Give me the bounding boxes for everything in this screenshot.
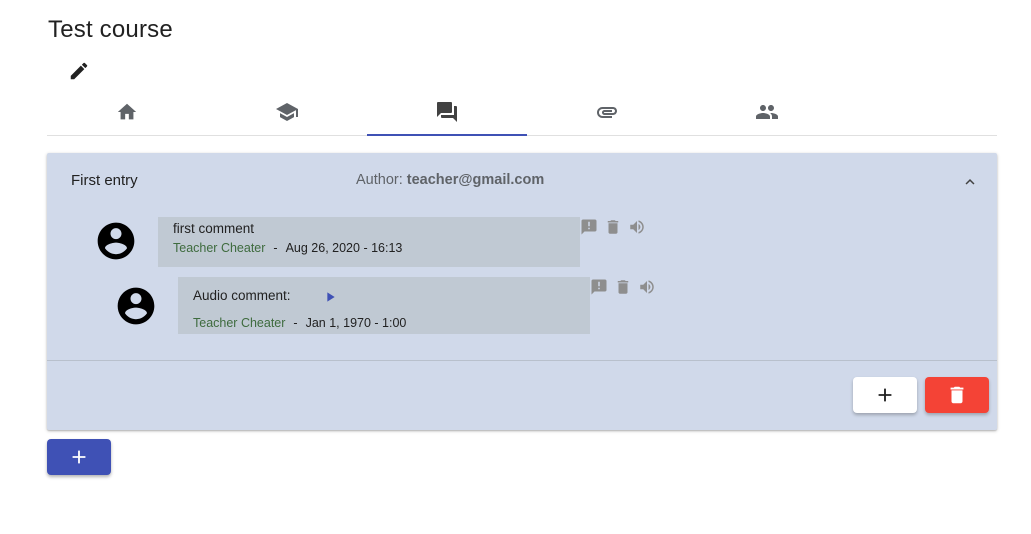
- play-icon[interactable]: [322, 289, 338, 305]
- entry-author: Author: teacher@gmail.com: [356, 172, 544, 188]
- entry-title: First entry: [71, 172, 138, 189]
- comment-actions: [589, 277, 657, 297]
- delete-comment-button[interactable]: [613, 277, 633, 297]
- comment-text: Audio comment:: [193, 288, 291, 303]
- meta-separator: -: [293, 316, 298, 330]
- volume-icon: [630, 220, 644, 234]
- delete-icon: [607, 220, 619, 234]
- comment-text: first comment: [173, 221, 255, 236]
- tab-forum[interactable]: [367, 88, 527, 136]
- forum-icon: [437, 101, 457, 122]
- add-entry-button[interactable]: [47, 439, 111, 475]
- forum-entry-panel: First entry Author: teacher@gmail.com fi…: [47, 153, 997, 430]
- meta-separator: -: [273, 241, 278, 255]
- people-icon: [756, 104, 778, 119]
- play-audio-button[interactable]: [637, 277, 657, 297]
- account-circle-icon: [97, 222, 135, 260]
- comment-meta: Teacher Cheater - Aug 26, 2020 - 16:13: [173, 241, 402, 255]
- comment-actions: [579, 217, 647, 237]
- comment-author: Teacher Cheater: [193, 316, 286, 330]
- home-icon: [117, 103, 137, 119]
- report-comment-icon: [591, 279, 607, 295]
- report-comment-button[interactable]: [579, 217, 599, 237]
- chevron-up-icon[interactable]: [961, 173, 979, 191]
- comment-meta: Teacher Cheater - Jan 1, 1970 - 1:00: [193, 316, 406, 330]
- delete-entry-button[interactable]: [925, 377, 989, 413]
- school-icon: [276, 102, 298, 121]
- plus-icon: [72, 450, 86, 464]
- report-comment-button[interactable]: [589, 277, 609, 297]
- tab-course[interactable]: [207, 88, 367, 135]
- tab-home[interactable]: [47, 88, 207, 135]
- edit-course-button[interactable]: [66, 58, 92, 84]
- comment-card: Audio comment: Teacher Cheater - Jan 1, 19…: [178, 277, 590, 334]
- attachment-icon: [597, 106, 617, 118]
- course-tabs: [47, 88, 997, 136]
- pencil-icon: [70, 62, 88, 80]
- account-circle-icon: [117, 287, 155, 325]
- delete-icon: [617, 280, 629, 294]
- comment-date: Jan 1, 1970 - 1:00: [305, 316, 407, 330]
- volume-icon: [640, 280, 654, 294]
- author-email: teacher@gmail.com: [406, 172, 545, 188]
- play-audio-button[interactable]: [627, 217, 647, 237]
- comment-author: Teacher Cheater: [173, 241, 266, 255]
- entry-header[interactable]: First entry Author: teacher@gmail.com: [47, 153, 997, 207]
- author-label: Author:: [356, 172, 403, 188]
- panel-divider: [47, 360, 997, 361]
- delete-comment-button[interactable]: [603, 217, 623, 237]
- tab-attachments[interactable]: [527, 88, 687, 135]
- page-title: Test course: [48, 16, 173, 43]
- report-comment-icon: [581, 219, 597, 235]
- add-comment-button[interactable]: [853, 377, 917, 413]
- comment-card: first comment Teacher Cheater - Aug 26, 20…: [158, 217, 580, 267]
- plus-icon: [878, 388, 892, 402]
- tab-people[interactable]: [687, 88, 847, 135]
- comment-date: Aug 26, 2020 - 16:13: [285, 241, 403, 255]
- delete-icon: [950, 386, 964, 404]
